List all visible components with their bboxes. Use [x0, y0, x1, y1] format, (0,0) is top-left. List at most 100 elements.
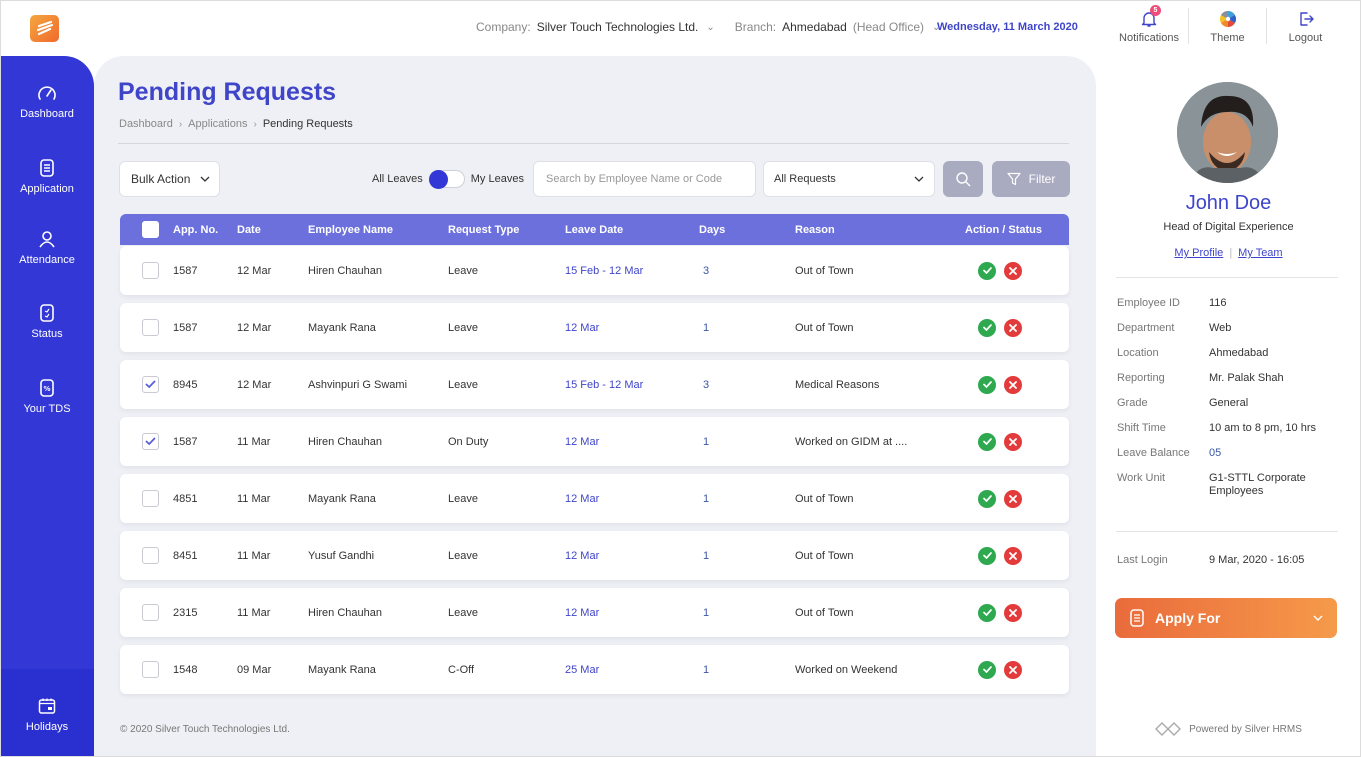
reject-button[interactable]: [1004, 489, 1022, 508]
cell-leave-date: 25 Mar: [565, 663, 600, 676]
employee-search-input[interactable]: [533, 161, 756, 197]
row-checkbox[interactable]: [142, 604, 159, 621]
company-select[interactable]: Silver Touch Technologies Ltd.: [537, 20, 699, 34]
chevron-down-icon: [1313, 615, 1323, 621]
notifications-button[interactable]: 5 Notifications: [1110, 5, 1188, 44]
detail-row: Grade General: [1117, 397, 1347, 410]
reject-button[interactable]: [1004, 603, 1022, 622]
column-header-days[interactable]: Days: [699, 214, 725, 245]
user-icon: [39, 231, 55, 248]
apply-for-button[interactable]: Apply For: [1115, 598, 1337, 638]
bulk-action-label: Bulk Action: [131, 172, 191, 186]
column-header-date[interactable]: Date: [237, 214, 261, 245]
checkmark-icon: [145, 437, 156, 446]
approve-button[interactable]: [978, 261, 996, 280]
logout-button[interactable]: Logout: [1266, 8, 1344, 44]
cell-employee-name: Mayank Rana: [308, 321, 376, 334]
approve-button[interactable]: [978, 432, 996, 451]
sidebar-item-holidays[interactable]: Holidays: [0, 669, 94, 757]
row-checkbox[interactable]: [142, 433, 159, 450]
footer-copyright: © 2020 Silver Touch Technologies Ltd.: [120, 724, 290, 735]
row-checkbox[interactable]: [142, 490, 159, 507]
reject-button[interactable]: [1004, 546, 1022, 565]
sidebar-item-dashboard[interactable]: Dashboard: [0, 82, 94, 120]
request-type-select[interactable]: All Requests: [763, 161, 935, 197]
column-header-employee-name[interactable]: Employee Name: [308, 214, 393, 245]
sidebar: Dashboard Application Attendance Status …: [0, 56, 94, 757]
table-row[interactable]: 8945 12 Mar Ashvinpuri G Swami Leave 15 Feb …: [120, 360, 1069, 409]
my-profile-link[interactable]: My Profile: [1174, 247, 1223, 259]
cell-reason: Out of Town: [795, 264, 854, 277]
column-header-request-type[interactable]: Request Type: [448, 214, 519, 245]
link-separator: |: [1229, 247, 1233, 259]
toggle-label-my-leaves: My Leaves: [470, 173, 524, 185]
row-checkbox[interactable]: [142, 661, 159, 678]
logo-icon[interactable]: [30, 15, 59, 42]
search-button[interactable]: [943, 161, 983, 197]
select-all-checkbox[interactable]: [142, 221, 159, 238]
top-bar: Company: Silver Touch Technologies Ltd. …: [0, 0, 1361, 56]
reject-button[interactable]: [1004, 375, 1022, 394]
cell-leave-date: 12 Mar: [565, 321, 600, 334]
detail-value: 116: [1209, 297, 1227, 309]
sidebar-item-application[interactable]: Application: [0, 157, 94, 195]
filter-button[interactable]: Filter: [992, 161, 1070, 197]
cell-request-type: On Duty: [448, 435, 489, 448]
reject-button[interactable]: [1004, 432, 1022, 451]
sidebar-item-status[interactable]: Status: [0, 302, 94, 340]
row-checkbox[interactable]: [142, 319, 159, 336]
table-row[interactable]: 1587 12 Mar Hiren Chauhan Leave 15 Feb - 12 …: [120, 246, 1069, 295]
sidebar-item-attendance[interactable]: Attendance: [0, 228, 94, 266]
calendar-icon: [38, 698, 56, 714]
cell-app-no: 4851: [173, 492, 198, 505]
approve-button[interactable]: [978, 660, 996, 679]
cell-leave-date: 15 Feb - 12 Mar: [565, 264, 644, 277]
approve-button[interactable]: [978, 318, 996, 337]
breadcrumb: Dashboard › Applications › Pending Reque…: [119, 118, 353, 130]
avatar[interactable]: [1177, 82, 1278, 183]
approve-button[interactable]: [978, 489, 996, 508]
table-row[interactable]: 1548 09 Mar Mayank Rana C-Off 25 Mar 1 Worked …: [120, 645, 1069, 694]
my-team-link[interactable]: My Team: [1238, 247, 1282, 259]
bulk-action-dropdown[interactable]: Bulk Action: [119, 161, 220, 197]
reject-button[interactable]: [1004, 261, 1022, 280]
document-icon: [40, 159, 54, 177]
sidebar-item-your-tds[interactable]: % Your TDS: [0, 377, 94, 415]
checkmark-icon: [145, 380, 156, 389]
row-checkbox[interactable]: [142, 262, 159, 279]
leave-balance-value[interactable]: 05: [1209, 447, 1221, 460]
breadcrumb-item[interactable]: Dashboard: [119, 118, 173, 130]
table-row[interactable]: 4851 11 Mar Mayank Rana Leave 12 Mar 1 Out of …: [120, 474, 1069, 523]
sidebar-item-label: Your TDS: [23, 403, 71, 415]
approve-button[interactable]: [978, 546, 996, 565]
reject-button[interactable]: [1004, 318, 1022, 337]
cell-days: 3: [703, 264, 710, 277]
approve-button[interactable]: [978, 603, 996, 622]
theme-button[interactable]: Theme: [1188, 8, 1266, 44]
table-row[interactable]: 1587 12 Mar Mayank Rana Leave 12 Mar 1 Out of …: [120, 303, 1069, 352]
profile-links: My Profile | My Team: [1096, 247, 1361, 259]
toggle-label-all-leaves: All Leaves: [372, 173, 423, 185]
detail-label: Department: [1117, 322, 1175, 334]
chevron-down-icon[interactable]: ⌄: [706, 22, 714, 33]
column-header-app-no[interactable]: App. No.: [173, 214, 218, 245]
leaves-toggle[interactable]: [428, 170, 465, 189]
cell-reason: Worked on Weekend: [795, 663, 898, 676]
branch-select[interactable]: Ahmedabad: [782, 20, 847, 34]
leaves-toggle-group: All Leaves My Leaves: [372, 170, 524, 189]
breadcrumb-item[interactable]: Applications: [188, 118, 247, 130]
detail-value: Mr. Palak Shah: [1209, 372, 1284, 384]
approve-button[interactable]: [978, 375, 996, 394]
close-icon: [1009, 551, 1017, 560]
table-row[interactable]: 8451 11 Mar Yusuf Gandhi Leave 12 Mar 1 Out of…: [120, 531, 1069, 580]
column-header-reason[interactable]: Reason: [795, 214, 835, 245]
notifications-label: Notifications: [1119, 32, 1179, 44]
cell-app-no: 2315: [173, 606, 198, 619]
reject-button[interactable]: [1004, 660, 1022, 679]
row-checkbox[interactable]: [142, 547, 159, 564]
table-row[interactable]: 2315 11 Mar Hiren Chauhan Leave 12 Mar 1 Out o…: [120, 588, 1069, 637]
column-header-leave-date[interactable]: Leave Date: [565, 214, 623, 245]
cell-app-no: 1548: [173, 663, 198, 676]
row-checkbox[interactable]: [142, 376, 159, 393]
table-row[interactable]: 1587 11 Mar Hiren Chauhan On Duty 12 Mar 1 Wor…: [120, 417, 1069, 466]
